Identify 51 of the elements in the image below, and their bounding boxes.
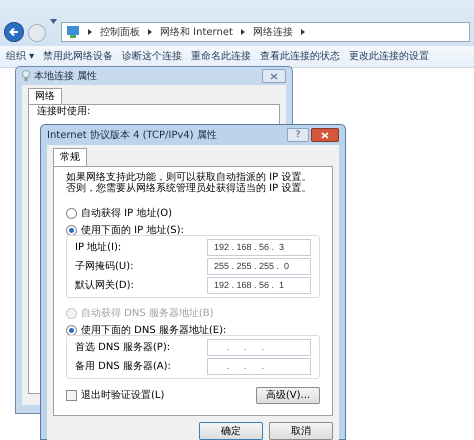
chevron-icon [88, 29, 92, 35]
back-icon[interactable] [4, 22, 24, 42]
bulb-icon [22, 70, 30, 82]
toolbar-item[interactable]: 查看此连接的状态 [260, 49, 340, 64]
ip-input-field[interactable]: . . . [207, 358, 311, 375]
dropdown-icon[interactable] [50, 18, 57, 24]
help-button[interactable]: ? [287, 128, 309, 142]
close-button[interactable] [262, 69, 286, 83]
toolbar-item[interactable]: 重命名此连接 [191, 49, 252, 64]
tab[interactable]: 网络 [28, 88, 62, 104]
field-label: 子网掩码(U): [75, 260, 134, 274]
chevron-icon [148, 29, 152, 35]
radio-label: 使用下面的 DNS 服务器地址(E): [81, 324, 226, 338]
field-label: IP 地址(I): [75, 240, 122, 255]
window-title: Internet 协议版本 4 (TCP/IPv4) 属性 [47, 128, 217, 142]
breadcrumb[interactable]: 网络和 Internet [160, 24, 233, 40]
toolbar-item[interactable]: 禁用此网络设备 [43, 49, 114, 64]
radio-label: 自动获得 IP 地址(O) [81, 206, 172, 220]
field-label: 备用 DNS 服务器(A): [75, 360, 171, 374]
window-title: 本地连接 属性 [34, 70, 98, 84]
description-text: 如果网络支持此功能，则可以获取自动指派的 IP 设置。否则，您需要从网络系统管理员处获得适当的 IP 设置。 [66, 172, 312, 194]
radio-button[interactable] [66, 324, 77, 336]
breadcrumb[interactable]: 网络连接 [252, 24, 293, 40]
radio-button[interactable] [66, 224, 77, 236]
close-button[interactable] [311, 128, 339, 142]
checkbox[interactable] [66, 390, 77, 401]
field-label: 首选 DNS 服务器(P): [75, 340, 170, 355]
tab[interactable]: 常规 [53, 148, 87, 166]
network-icon [66, 25, 80, 39]
close-icon [321, 132, 329, 138]
radio-label: 自动获得 DNS 服务器地址(B) [81, 306, 214, 320]
radio-button[interactable] [66, 208, 77, 218]
breadcrumb[interactable]: 控制面板 [100, 24, 140, 40]
ip-input-field[interactable]: 255 . 255 . 255 . 0 [207, 258, 311, 275]
ip-input-field[interactable]: 192 . 168 . 56 . 1 [207, 277, 311, 294]
address-field[interactable]: 控制面板 网络和 Internet 网络连接 [61, 22, 470, 42]
section-label: 连接时使用: [37, 106, 92, 117]
checkbox-label: 退出时验证设置(L) [81, 388, 164, 403]
ip-input-field[interactable]: 192 . 168 . 56 . 3 [207, 239, 311, 256]
chevron-icon [300, 29, 305, 35]
field-label: 默认网关(D): [75, 278, 134, 293]
dialog-button[interactable]: 取消 [269, 422, 333, 440]
toolbar-item[interactable]: 诊断这个连接 [122, 49, 182, 64]
toolbar-item[interactable]: 更改此连接的设置 [349, 49, 430, 64]
radio-label: 使用下面的 IP 地址(S): [81, 224, 184, 238]
chevron-icon [240, 29, 245, 35]
close-icon [270, 72, 278, 80]
dialog-button[interactable]: 确定 [199, 422, 263, 440]
ip-input-field[interactable]: . . . [207, 339, 311, 356]
toolbar-item[interactable]: 组织 ▾ [6, 49, 34, 64]
advanced-button[interactable]: 高级(V)... [256, 387, 320, 404]
